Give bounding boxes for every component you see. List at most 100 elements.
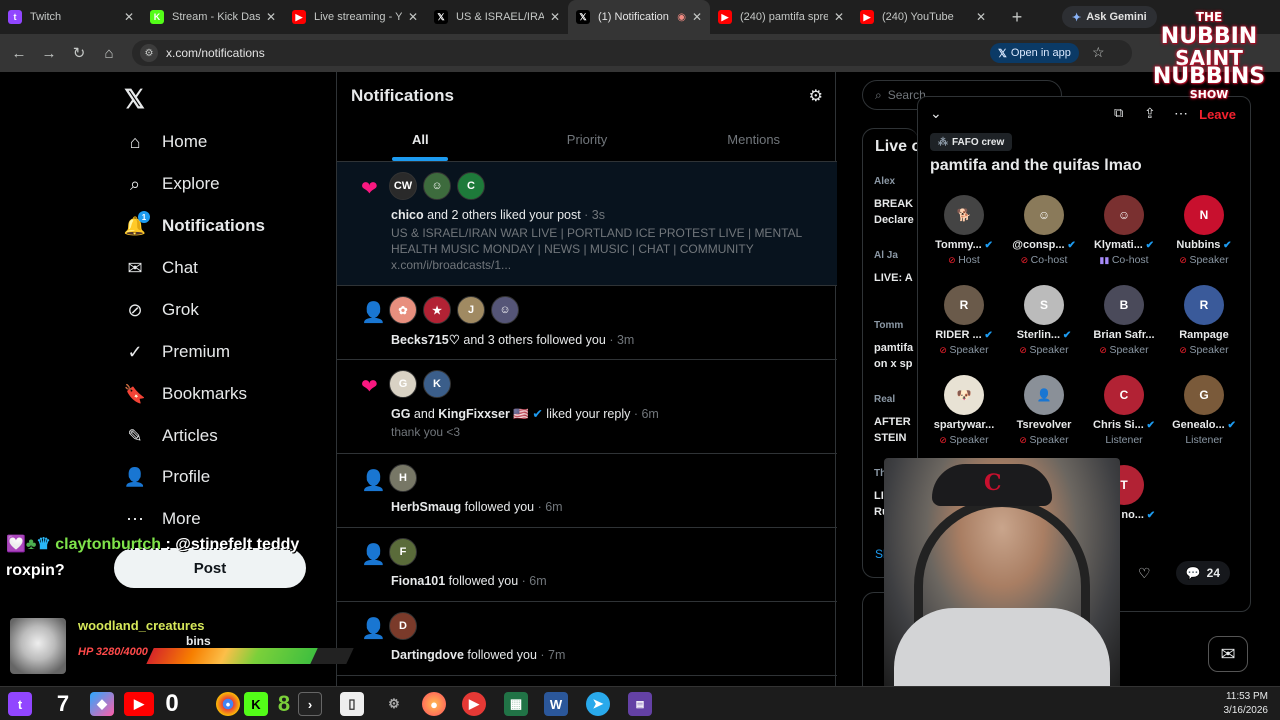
- actor-name[interactable]: Becks715♡: [391, 333, 460, 347]
- nav-item-grok[interactable]: ⊘ Grok: [124, 296, 198, 324]
- open-in-app-button[interactable]: 𝕏 Open in app: [990, 43, 1079, 63]
- nav-item-home[interactable]: ⌂ Home: [124, 128, 208, 156]
- space-participant[interactable]: G Genealo... ✔ Listener: [1164, 375, 1244, 446]
- back-arrow-icon[interactable]: ←: [4, 45, 34, 62]
- messages-drawer-button[interactable]: ✉: [1208, 636, 1248, 672]
- settings-taskbar-icon[interactable]: ⚙: [382, 692, 406, 716]
- minimize-icon[interactable]: ⧉: [1114, 105, 1123, 121]
- firefox-icon[interactable]: ●: [422, 692, 446, 716]
- actor-name[interactable]: KingFixxser 🇺🇸: [438, 407, 529, 421]
- space-participant[interactable]: 🐕 Tommy... ✔ ⊘ Host: [924, 195, 1004, 266]
- telegram-icon[interactable]: ➤: [586, 692, 610, 716]
- notification-item[interactable]: ❤ G K GG and KingFixxser 🇺🇸 ✔ liked your re…: [337, 360, 837, 454]
- forward-arrow-icon[interactable]: →: [34, 45, 64, 62]
- browser-tab[interactable]: ▶ (240) pamtifa spre ✕: [710, 0, 852, 34]
- browser-tab[interactable]: 𝕏 US & ISRAEL/IRAN ✕: [426, 0, 568, 34]
- chrome-taskbar-icon[interactable]: •: [216, 692, 240, 716]
- live-snippet-title[interactable]: AFTER: [874, 416, 918, 428]
- live-snippet-title[interactable]: LIVE: A: [874, 272, 918, 284]
- notification-item[interactable]: 👤 H HerbSmaug followed you · 6m: [337, 454, 837, 528]
- notification-item[interactable]: 👤 ✿ ★ J ☺ Becks715♡ and 3 others followed you…: [337, 286, 837, 360]
- close-icon[interactable]: ✕: [408, 10, 418, 24]
- nav-item-articles[interactable]: ✎ Articles: [124, 422, 217, 450]
- notification-item[interactable]: 👤 D Dartingdove followed you · 7m: [337, 602, 837, 676]
- more-options-icon[interactable]: ⋯: [1174, 105, 1188, 122]
- close-icon[interactable]: ✕: [550, 10, 560, 24]
- twitch-taskbar-icon[interactable]: t: [8, 692, 32, 716]
- avatar[interactable]: J: [457, 296, 485, 324]
- app-icon[interactable]: ▤: [628, 692, 652, 716]
- avatar[interactable]: ★: [423, 296, 451, 324]
- live-snippet-author[interactable]: Alex: [874, 176, 918, 187]
- community-badge[interactable]: ⁂ FAFO crew: [930, 133, 1013, 151]
- copilot-icon[interactable]: ◆: [90, 692, 114, 716]
- avatar[interactable]: H: [389, 464, 417, 492]
- zero-icon[interactable]: 0: [160, 690, 184, 717]
- avatar[interactable]: ✿: [389, 296, 417, 324]
- new-tab-icon[interactable]: +: [1002, 7, 1032, 28]
- notification-item[interactable]: 👤 F Fiona101 followed you · 6m: [337, 528, 837, 602]
- share-icon[interactable]: ⇪: [1144, 105, 1156, 122]
- actor-name[interactable]: GG: [391, 407, 410, 421]
- comments-button[interactable]: 💬 24: [1175, 561, 1230, 585]
- space-participant[interactable]: ☺ Klymati... ✔ ▮▮ Co-host: [1084, 195, 1164, 266]
- nav-item-notifications[interactable]: 🔔 1 Notifications: [124, 211, 265, 240]
- actor-name[interactable]: Fiona101: [391, 574, 445, 588]
- media-icon[interactable]: ▶: [462, 692, 486, 716]
- kick-taskbar-icon[interactable]: K: [244, 692, 268, 716]
- avatar[interactable]: ☺: [423, 172, 451, 200]
- avatar[interactable]: ☺: [491, 296, 519, 324]
- close-icon[interactable]: ✕: [834, 10, 844, 24]
- tab-mentions[interactable]: Mentions: [670, 124, 837, 161]
- avatar[interactable]: D: [389, 612, 417, 640]
- site-info-icon[interactable]: ⚙: [140, 44, 158, 62]
- x-logo-icon[interactable]: 𝕏: [124, 84, 145, 115]
- space-participant[interactable]: S Sterlin... ✔ ⊘ Speaker: [1004, 285, 1084, 356]
- counter-icon[interactable]: 7: [48, 691, 78, 716]
- badge-count-icon[interactable]: 8: [272, 691, 296, 716]
- nav-item-chat[interactable]: ✉ Chat: [124, 254, 197, 282]
- live-snippet-title[interactable]: on x sp: [874, 358, 918, 370]
- repost-heart-icon[interactable]: ♡: [1138, 565, 1151, 582]
- live-snippet-title[interactable]: Declare: [874, 214, 918, 226]
- space-participant[interactable]: 👤 Tsrevolver ⊘ Speaker: [1004, 375, 1084, 446]
- space-participant[interactable]: B Brian Safr... ⊘ Speaker: [1084, 285, 1164, 356]
- close-icon[interactable]: ✕: [976, 10, 986, 24]
- avatar[interactable]: K: [423, 370, 451, 398]
- live-snippet-title[interactable]: BREAK: [874, 198, 918, 210]
- close-icon[interactable]: ✕: [124, 10, 134, 24]
- notification-item[interactable]: ❤ CW ☺ Cchico and 2 others liked your post …: [337, 162, 837, 286]
- browser-tab[interactable]: 𝕏 (1) Notification ◉ ✕: [568, 0, 710, 34]
- browser-tab[interactable]: K Stream - Kick Dash ✕: [142, 0, 284, 34]
- space-participant[interactable]: C Chris Si... ✔ Listener: [1084, 375, 1164, 446]
- space-participant[interactable]: ☺ @consp... ✔ ⊘ Co-host: [1004, 195, 1084, 266]
- word-icon[interactable]: W: [544, 692, 568, 716]
- space-participant[interactable]: R Rampage ⊘ Speaker: [1164, 285, 1244, 356]
- avatar[interactable]: F: [389, 538, 417, 566]
- reload-icon[interactable]: ↻: [64, 44, 94, 62]
- chevron-down-icon[interactable]: ⌄: [930, 105, 942, 122]
- browser-tab[interactable]: ▶ Live streaming - Y ✕: [284, 0, 426, 34]
- browser-tab[interactable]: ▶ (240) YouTube ✕: [852, 0, 994, 34]
- youtube-taskbar-icon[interactable]: ▶: [124, 692, 154, 716]
- space-participant[interactable]: 🐶 spartywar... ⊘ Speaker: [924, 375, 1004, 446]
- nav-item-explore[interactable]: ⌕ Explore: [124, 170, 220, 198]
- browser-tab[interactable]: t Twitch ✕: [0, 0, 142, 34]
- nav-item-bookmarks[interactable]: 🔖 Bookmarks: [124, 380, 247, 408]
- bookmark-star-icon[interactable]: ☆: [1092, 44, 1105, 61]
- tab-priority[interactable]: Priority: [504, 124, 671, 161]
- avatar[interactable]: CW: [389, 172, 417, 200]
- file-icon[interactable]: ▯: [340, 692, 364, 716]
- live-snippet-title[interactable]: STEIN: [874, 432, 918, 444]
- avatar[interactable]: C: [457, 172, 485, 200]
- terminal-icon[interactable]: ›: [298, 692, 322, 716]
- live-snippet-author[interactable]: Real: [874, 394, 918, 405]
- avatar[interactable]: G: [389, 370, 417, 398]
- address-bar[interactable]: ⚙ x.com/notifications: [132, 40, 1132, 66]
- sheet-icon[interactable]: ▦: [504, 692, 528, 716]
- nav-item-profile[interactable]: 👤 Profile: [124, 463, 210, 491]
- tab-all[interactable]: All: [337, 124, 504, 161]
- space-participant[interactable]: R RIDER ... ✔ ⊘ Speaker: [924, 285, 1004, 356]
- leave-button[interactable]: Leave: [1199, 107, 1236, 122]
- actor-name[interactable]: HerbSmaug: [391, 500, 461, 514]
